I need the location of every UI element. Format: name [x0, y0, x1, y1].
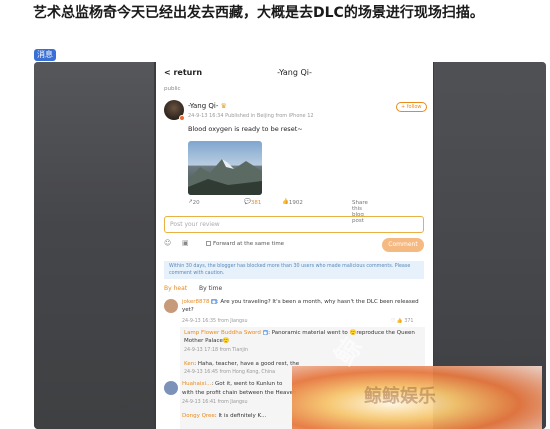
follow-button[interactable]: + follow [396, 102, 427, 112]
reply-meta: 24-9-13 17:18 from Tianjin [184, 348, 249, 353]
watermark-text: 鲸鲸娱乐 [364, 386, 436, 407]
comment-text: joker8878 ●: Are you traveling? It's bee… [182, 299, 419, 313]
blurred-background-left [34, 62, 154, 429]
reply-meta: 24-9-13 16:45 from Hong Kong, China [184, 370, 276, 375]
post-text: Blood oxygen is ready to be reset~ [188, 125, 303, 133]
avatar[interactable] [164, 381, 178, 395]
page-title: -Yang Qi- [277, 68, 312, 77]
reply-text: Lamp Flower Buddha Sword ●: Panoramic ma… [184, 330, 415, 344]
author-name[interactable]: -Yang Qi- ♛ [188, 102, 227, 110]
verified-badge-icon [179, 115, 185, 121]
post-meta: 24-9-13 16:34 Published in Beijing from … [188, 113, 314, 119]
tab-by-time[interactable]: By time [199, 285, 222, 292]
nav-bar: < return -Yang Qi- [156, 62, 433, 84]
forward-stat[interactable]: ↗ 20 [188, 199, 200, 206]
visibility-label: public [164, 86, 181, 92]
tag-badge: 消息 [34, 49, 56, 61]
forward-checkbox[interactable]: Forward at the same time [206, 241, 284, 247]
image-icon[interactable]: ▣ [182, 239, 189, 247]
comment-meta: 24-9-13 16:35 from Jiangsu [182, 319, 248, 324]
crown-icon: ♛ [220, 102, 227, 110]
post-photo[interactable] [188, 141, 262, 195]
headline: 艺术总监杨奇今天已经出发去西藏，大概是去DLC的场景进行现场扫描。 [33, 5, 484, 21]
screenshot-stage: < return -Yang Qi- public -Yang Qi- ♛ 24… [34, 62, 546, 429]
comment-button[interactable]: Comment [382, 238, 424, 252]
comment-stat[interactable]: 💬 381 [244, 199, 261, 206]
like-stat[interactable]: 👍 1902 [282, 199, 303, 206]
avatar[interactable] [164, 299, 178, 313]
emoji-icon[interactable]: ☺ [164, 239, 171, 247]
comment-meta: 24-9-13 16:41 from Jiangsu [182, 400, 248, 405]
review-input[interactable]: Post your review [164, 216, 424, 233]
notice-banner: Within 30 days, the blogger has blocked … [164, 261, 424, 279]
post-stats-bar: ↗ 20 💬 381 👍 1902 Share this blog post [188, 199, 368, 224]
sort-tabs: By heat By time [164, 285, 222, 292]
review-toolbar: ☺ ▣ Forward at the same time Comment [164, 238, 424, 252]
checkbox-icon [206, 241, 211, 246]
like-count[interactable]: ♡ 👍 371 [391, 319, 413, 324]
avatar[interactable] [164, 100, 185, 121]
tab-by-heat[interactable]: By heat [164, 285, 187, 292]
